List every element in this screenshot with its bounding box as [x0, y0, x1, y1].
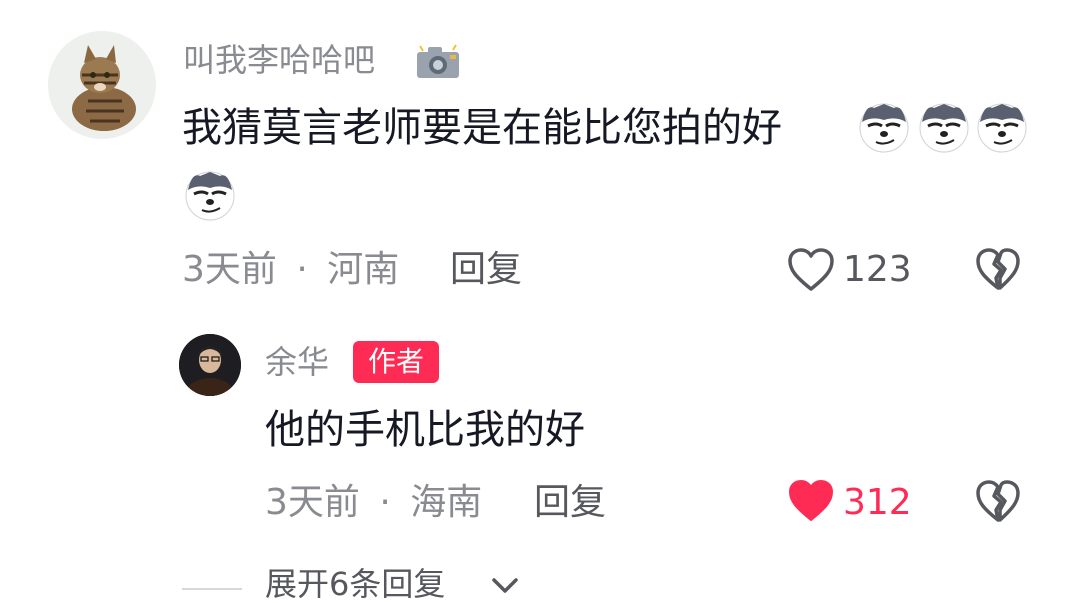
- broken-heart-icon[interactable]: [974, 246, 1022, 292]
- chevron-down-icon[interactable]: [490, 574, 520, 596]
- reply-time: 3天前: [265, 482, 360, 523]
- heart-outline-icon[interactable]: [786, 247, 836, 293]
- reply-text: 他的手机比我的好: [265, 407, 585, 453]
- camera-icon: [417, 44, 459, 78]
- reply-button[interactable]: 回复: [534, 485, 606, 521]
- reply-button[interactable]: 回复: [450, 252, 522, 288]
- wolf-smirk-emoji: [859, 103, 909, 153]
- wolf-smirk-emoji: [185, 171, 235, 221]
- author-avatar[interactable]: [179, 334, 241, 396]
- commenter-username[interactable]: 叫我李哈哈吧: [183, 44, 375, 76]
- comment-text: 我猜莫言老师要是在能比您拍的好: [182, 105, 782, 151]
- broken-heart-icon[interactable]: [974, 478, 1022, 524]
- author-badge: 作者: [353, 341, 439, 383]
- comment-time: 3天前: [182, 249, 277, 290]
- comment-location: 河南: [327, 249, 400, 290]
- author-avatar-image: [179, 334, 241, 396]
- meta-separator: ·: [296, 249, 308, 290]
- reply-meta: 3天前 · 海南: [265, 485, 482, 521]
- author-username[interactable]: 余华: [265, 346, 329, 378]
- commenter-avatar[interactable]: [48, 31, 156, 139]
- cat-avatar-image: [48, 31, 156, 139]
- wolf-smirk-emoji: [977, 103, 1027, 153]
- like-count: 312: [843, 482, 912, 523]
- heart-filled-icon[interactable]: [786, 478, 836, 524]
- expand-replies-button[interactable]: 展开6条回复: [265, 568, 445, 600]
- wolf-smirk-emoji: [919, 103, 969, 153]
- like-count: 123: [843, 249, 912, 290]
- expand-divider: [182, 588, 242, 590]
- meta-separator: ·: [379, 482, 391, 523]
- reply-location: 海南: [410, 482, 483, 523]
- comment-meta: 3天前 · 河南: [182, 252, 399, 288]
